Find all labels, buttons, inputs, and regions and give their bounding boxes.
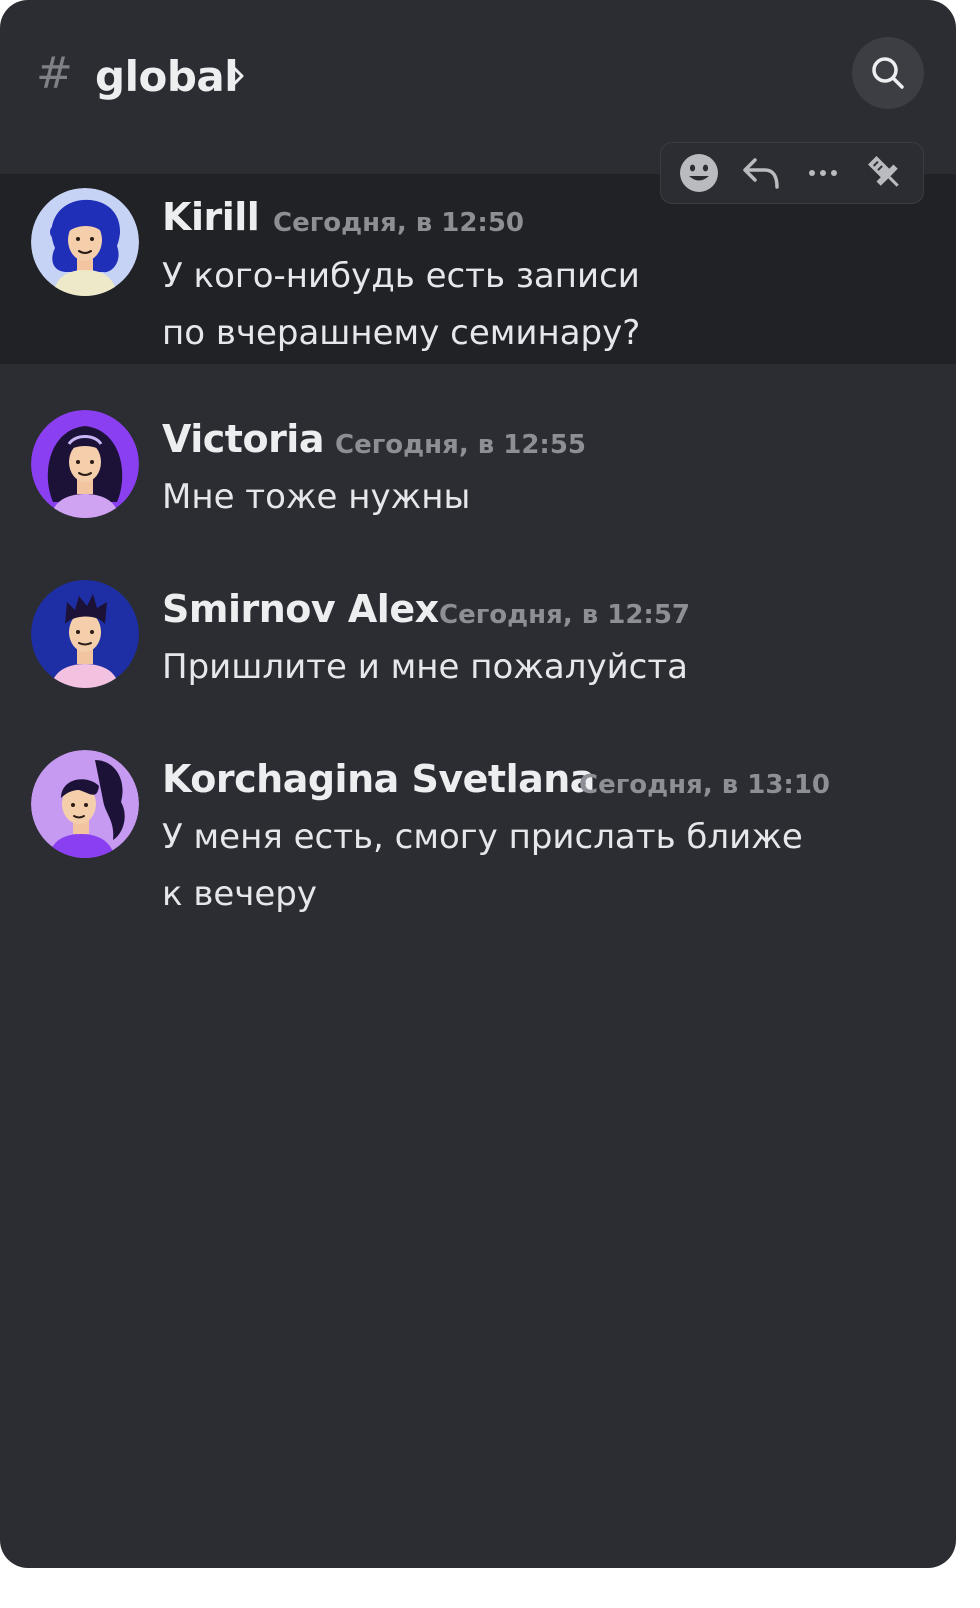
message-item[interactable]: Victoria Сегодня, в 12:55 Мне тоже нужны <box>0 396 956 536</box>
message-author[interactable]: Victoria <box>162 416 324 462</box>
reply-icon <box>743 158 779 189</box>
avatar-victoria-image <box>31 410 139 518</box>
add-reaction-button[interactable] <box>675 149 723 197</box>
avatar[interactable] <box>31 188 139 296</box>
more-options-button[interactable] <box>799 149 847 197</box>
message-text-line: по вчерашнему семинару? <box>162 313 641 353</box>
message-text-line: к вечеру <box>162 874 318 914</box>
message-author[interactable]: Korchagina Svetlana <box>162 756 595 802</box>
message-timestamp: Сегодня, в 12:55 <box>335 430 587 460</box>
message-item[interactable]: Smirnov Alex Сегодня, в 12:57 Пришлите и… <box>0 566 956 706</box>
message-actions-toolbar <box>660 142 924 204</box>
avatar[interactable] <box>31 750 139 858</box>
message-timestamp: Сегодня, в 12:57 <box>439 600 691 630</box>
message-timestamp: Сегодня, в 13:10 <box>579 770 831 800</box>
reply-button[interactable] <box>737 149 785 197</box>
emoji-icon <box>680 154 718 192</box>
chat-panel: # global Kirill Сегодня, в 12:50 У кого-… <box>0 0 956 1568</box>
pin-icon <box>868 156 899 187</box>
message-text-line: У кого-нибудь есть записи <box>162 256 640 296</box>
search-button[interactable] <box>852 37 924 109</box>
avatar[interactable] <box>31 580 139 688</box>
message-text-line: У меня есть, смогу прислать ближе <box>162 817 803 857</box>
pin-button[interactable] <box>861 149 909 197</box>
message-author[interactable]: Kirill <box>162 194 260 240</box>
channel-hash-icon: # <box>36 48 73 99</box>
message-item[interactable]: Korchagina Svetlana Сегодня, в 13:10 У м… <box>0 736 956 926</box>
avatar-smirnov-image <box>31 580 139 688</box>
channel-name[interactable]: global <box>95 52 239 102</box>
more-icon <box>809 170 837 176</box>
message-timestamp: Сегодня, в 12:50 <box>273 208 525 238</box>
message-author[interactable]: Smirnov Alex <box>162 586 439 632</box>
channel-header: # global <box>0 0 956 150</box>
avatar-kirill-image <box>31 188 139 296</box>
avatar-korchagina-image <box>31 750 139 858</box>
search-icon <box>872 57 904 89</box>
chevron-right-icon[interactable] <box>226 62 250 90</box>
message-text-line: Мне тоже нужны <box>162 477 471 517</box>
message-text-line: Пришлите и мне пожалуйста <box>162 647 689 687</box>
avatar[interactable] <box>31 410 139 518</box>
